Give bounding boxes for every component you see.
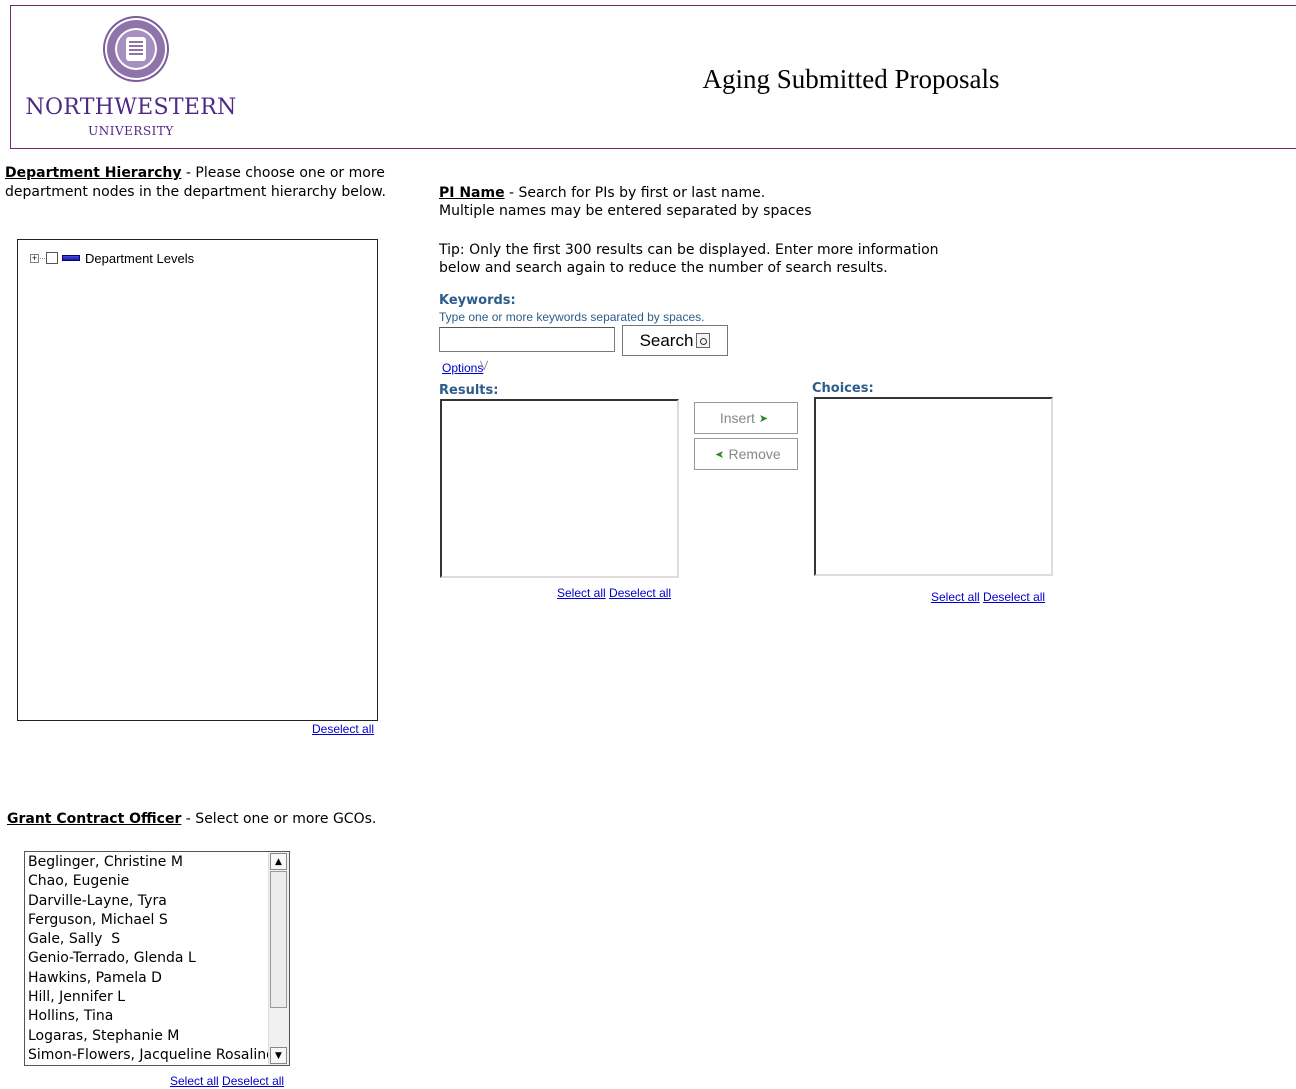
list-item[interactable]: Genio-Terrado, Glenda L xyxy=(28,949,268,968)
university-seal-icon xyxy=(103,16,169,82)
list-item[interactable]: Hollins, Tina xyxy=(28,1007,268,1026)
scroll-down-icon[interactable]: ▼ xyxy=(270,1047,287,1064)
gco-deselect-all-link[interactable]: Deselect all xyxy=(222,1074,284,1088)
search-icon xyxy=(696,333,711,348)
gco-select-all-link[interactable]: Select all xyxy=(170,1074,219,1088)
gco-select-links: Select all Deselect all xyxy=(170,1074,284,1088)
choices-listbox[interactable] xyxy=(814,397,1053,576)
university-name: NORTHWESTERN xyxy=(25,95,237,120)
arrow-left-icon: ➤ xyxy=(715,448,725,461)
results-label: Results: xyxy=(439,383,499,398)
pi-tip-line1: Tip: Only the first 300 results can be d… xyxy=(439,242,939,258)
scroll-up-icon[interactable]: ▲ xyxy=(270,853,287,870)
remove-button[interactable]: ➤ Remove xyxy=(694,438,798,470)
search-button[interactable]: Search xyxy=(622,325,728,356)
university-subtitle: UNIVERSITY xyxy=(88,124,174,138)
arrow-right-icon: ➤ xyxy=(758,412,769,425)
chevron-down-icon[interactable]: ⋁ xyxy=(480,360,488,371)
list-item[interactable]: Darville-Layne, Tyra xyxy=(28,892,268,911)
pi-description-line1: - Search for PIs by first or last name. xyxy=(504,185,766,201)
pi-title: PI Name xyxy=(439,185,505,201)
tree-connector xyxy=(40,257,45,259)
pi-description: PI Name - Search for PIs by first or las… xyxy=(439,184,939,220)
choices-deselect-all-link[interactable]: Deselect all xyxy=(983,590,1045,604)
results-deselect-all-link[interactable]: Deselect all xyxy=(609,586,671,600)
pi-tip-line2: below and search again to reduce the num… xyxy=(439,260,888,276)
list-item[interactable]: Chao, Eugenie xyxy=(28,872,268,891)
department-tree[interactable]: + Department Levels xyxy=(17,239,378,721)
results-select-all-link[interactable]: Select all xyxy=(557,586,606,600)
list-item[interactable]: Ferguson, Michael S xyxy=(28,911,268,930)
list-item[interactable]: Hill, Jennifer L xyxy=(28,988,268,1007)
results-listbox[interactable] xyxy=(440,399,679,578)
department-title: Department Hierarchy xyxy=(5,165,182,181)
list-item[interactable]: Gale, Sally S xyxy=(28,930,268,949)
remove-button-label: Remove xyxy=(728,446,781,462)
pi-tip: Tip: Only the first 300 results can be d… xyxy=(439,241,959,277)
page-header: NORTHWESTERN UNIVERSITY Aging Submitted … xyxy=(10,5,1296,149)
gco-listbox[interactable]: Beglinger, Christine M Chao, Eugenie Dar… xyxy=(24,851,290,1066)
results-select-links: Select all Deselect all xyxy=(557,586,671,600)
pi-description-line2: Multiple names may be entered separated … xyxy=(439,203,812,219)
gco-title: Grant Contract Officer xyxy=(7,811,182,827)
department-description: Department Hierarchy - Please choose one… xyxy=(5,164,395,202)
university-logo: NORTHWESTERN UNIVERSITY xyxy=(21,6,241,138)
keywords-input[interactable] xyxy=(439,327,615,352)
gco-description: Grant Contract Officer - Select one or m… xyxy=(7,811,376,827)
tree-node-checkbox[interactable] xyxy=(46,252,58,264)
scrollbar-thumb[interactable] xyxy=(270,871,287,1008)
list-item[interactable]: Beglinger, Christine M xyxy=(28,853,268,872)
list-item[interactable]: Hawkins, Pamela D xyxy=(28,969,268,988)
search-button-label: Search xyxy=(639,330,694,350)
choices-select-all-link[interactable]: Select all xyxy=(931,590,980,604)
gco-scrollbar[interactable]: ▲ ▼ xyxy=(268,852,289,1065)
tree-node-department-levels[interactable]: + Department Levels xyxy=(30,250,194,266)
gco-list: Beglinger, Christine M Chao, Eugenie Dar… xyxy=(28,853,268,1065)
tree-node-label[interactable]: Department Levels xyxy=(85,251,194,266)
gco-description-text: - Select one or more GCOs. xyxy=(181,811,377,827)
department-folder-icon xyxy=(62,255,80,261)
choices-label: Choices: xyxy=(812,381,874,396)
keywords-hint: Type one or more keywords separated by s… xyxy=(439,310,705,324)
list-item[interactable]: Logaras, Stephanie M xyxy=(28,1027,268,1046)
options-link[interactable]: Options xyxy=(442,361,483,375)
expand-icon[interactable]: + xyxy=(30,253,39,263)
insert-button-label: Insert xyxy=(719,410,755,426)
insert-button[interactable]: Insert ➤ xyxy=(694,402,798,434)
list-item[interactable]: Simon-Flowers, Jacqueline Rosalind xyxy=(28,1046,268,1065)
choices-select-links: Select all Deselect all xyxy=(931,590,1045,604)
page-title: Aging Submitted Proposals xyxy=(702,64,1000,94)
keywords-label: Keywords: xyxy=(439,293,516,308)
department-deselect-all-link[interactable]: Deselect all xyxy=(312,722,374,736)
